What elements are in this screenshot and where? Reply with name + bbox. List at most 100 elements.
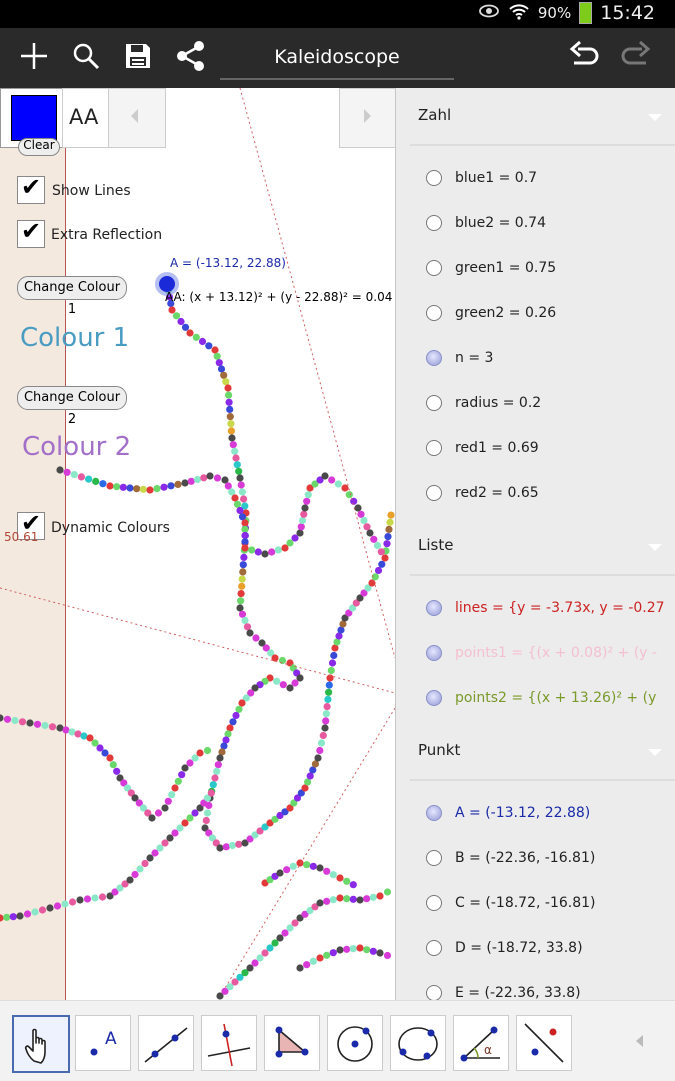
polygon-tool[interactable] [264, 1015, 320, 1071]
visibility-toggle[interactable] [426, 260, 442, 276]
trail-dot [187, 477, 195, 485]
move-tool[interactable] [12, 1015, 70, 1073]
change-colour-1-button[interactable]: Change Colour 1 [17, 276, 127, 317]
algebra-item[interactable]: B = (-22.36, -16.81) [426, 846, 595, 870]
visibility-toggle[interactable] [426, 305, 442, 321]
algebra-item[interactable]: blue2 = 0.74 [426, 211, 546, 235]
change-colour-2-button[interactable]: Change Colour 2 [17, 386, 127, 427]
trail-dot [203, 746, 212, 755]
trail-dot [368, 579, 376, 587]
new-button[interactable] [12, 36, 56, 80]
algebra-item-text: red2 = 0.65 [455, 485, 539, 501]
trail-dot [3, 913, 11, 921]
chevron-down-icon[interactable] [648, 544, 662, 551]
algebra-item[interactable]: red1 = 0.69 [426, 436, 539, 460]
trail-dot [323, 867, 331, 875]
visibility-toggle[interactable] [426, 850, 442, 866]
algebra-item[interactable]: blue1 = 0.7 [426, 166, 537, 190]
visibility-toggle[interactable] [426, 440, 442, 456]
redo-icon [620, 40, 652, 75]
trail-dot [356, 944, 364, 952]
algebra-item[interactable]: green1 = 0.75 [426, 256, 556, 280]
algebra-item[interactable]: points2 = {(x + 13.26)² + (y [426, 686, 656, 710]
point-tool[interactable]: A [75, 1015, 131, 1071]
document-title[interactable]: Kaleidoscope [220, 40, 454, 80]
algebra-item-text: D = (-18.72, 33.8) [455, 940, 583, 956]
algebra-item-text: A = (-13.12, 22.88) [455, 805, 591, 821]
algebra-item[interactable]: points1 = {(x + 0.08)² + (y - [426, 641, 657, 665]
show-lines-checkbox[interactable] [17, 173, 45, 204]
angle-tool[interactable]: α [453, 1015, 509, 1071]
search-button[interactable] [64, 36, 108, 80]
trail-dot [225, 391, 233, 399]
trail-dot [106, 754, 114, 762]
trail-dot [370, 535, 378, 543]
algebra-item[interactable]: red2 = 0.65 [426, 481, 539, 505]
graphics-view[interactable]: AA Clear Show Lines Extra Reflection Cha… [0, 88, 395, 1000]
algebra-item[interactable]: E = (-22.36, 33.8) [426, 981, 581, 1000]
trail-dot [349, 881, 357, 889]
visibility-toggle[interactable] [426, 485, 442, 501]
visibility-toggle[interactable] [426, 645, 442, 661]
trail-dot [92, 477, 100, 485]
perpendicular-line-tool[interactable] [201, 1015, 257, 1071]
trail-dot [227, 427, 235, 435]
clear-button[interactable]: Clear [18, 138, 60, 156]
algebra-item[interactable]: A = (-13.12, 22.88) [426, 801, 590, 825]
circle-center-point-tool[interactable] [327, 1015, 383, 1071]
drawing-canvas[interactable] [0, 88, 395, 1000]
trail-dot [196, 749, 204, 757]
trail-dot [85, 475, 93, 483]
trail-dot [203, 809, 212, 817]
visibility-toggle[interactable] [426, 690, 442, 706]
trail-dot [229, 441, 237, 449]
chevron-down-icon[interactable] [648, 114, 662, 121]
algebra-item-text: radius = 0.2 [455, 395, 542, 411]
visibility-toggle[interactable] [426, 600, 442, 616]
algebra-view: Zahl blue1 = 0.7 blue2 = 0.74 green1 = 0.75… [395, 88, 675, 1000]
visibility-toggle[interactable] [426, 395, 442, 411]
trail-dot [236, 604, 244, 612]
algebra-item[interactable]: lines = {y = -3.73x, y = -0.27 [426, 596, 665, 620]
text-style-button[interactable]: AA [62, 88, 110, 148]
algebra-item[interactable]: radius = 0.2 [426, 391, 541, 415]
trail-dot [301, 504, 309, 512]
visibility-toggle[interactable] [426, 940, 442, 956]
algebra-item[interactable]: n = 3 [426, 346, 493, 370]
circle-aa-label: AA: (x + 13.12)² + (y - 22.88)² = 0.04 [165, 290, 393, 304]
line-tool[interactable] [138, 1015, 194, 1071]
trail-dot [236, 474, 244, 482]
chevron-down-icon[interactable] [648, 749, 662, 756]
circle-three-points-tool[interactable] [390, 1015, 446, 1071]
trail-dot [369, 893, 377, 901]
trail-dot [327, 666, 335, 675]
algebra-item[interactable]: green2 = 0.26 [426, 301, 556, 325]
trail-dot [241, 519, 249, 527]
trail-dot [349, 945, 357, 953]
undo-button[interactable] [562, 36, 606, 80]
trail-dot [186, 329, 194, 337]
algebra-item[interactable]: C = (-18.72, -16.81) [426, 891, 596, 915]
visibility-toggle[interactable] [426, 895, 442, 911]
toolbar-collapse-icon[interactable] [636, 1035, 643, 1047]
save-button[interactable] [116, 36, 160, 80]
share-button[interactable] [168, 36, 212, 80]
reflect-about-line-tool[interactable] [516, 1015, 572, 1071]
section-header-liste[interactable]: Liste [418, 536, 453, 554]
section-header-zahl[interactable]: Zahl [418, 106, 451, 124]
stylebar-collapse-button[interactable] [108, 88, 166, 148]
visibility-toggle[interactable] [426, 170, 442, 186]
redo-button[interactable] [614, 36, 658, 80]
trail-dot [246, 629, 254, 637]
extra-reflection-checkbox[interactable] [17, 217, 45, 248]
visibility-toggle[interactable] [426, 805, 442, 821]
trail-dot [214, 761, 222, 769]
visibility-toggle[interactable] [426, 215, 442, 231]
trail-dot [228, 434, 236, 442]
section-header-punkt[interactable]: Punkt [418, 741, 460, 759]
algebra-item[interactable]: D = (-18.72, 33.8) [426, 936, 583, 960]
visibility-toggle[interactable] [426, 985, 442, 1000]
algebra-toggle-button[interactable] [339, 88, 395, 148]
trail-dot [350, 497, 358, 505]
visibility-toggle[interactable] [426, 350, 442, 366]
